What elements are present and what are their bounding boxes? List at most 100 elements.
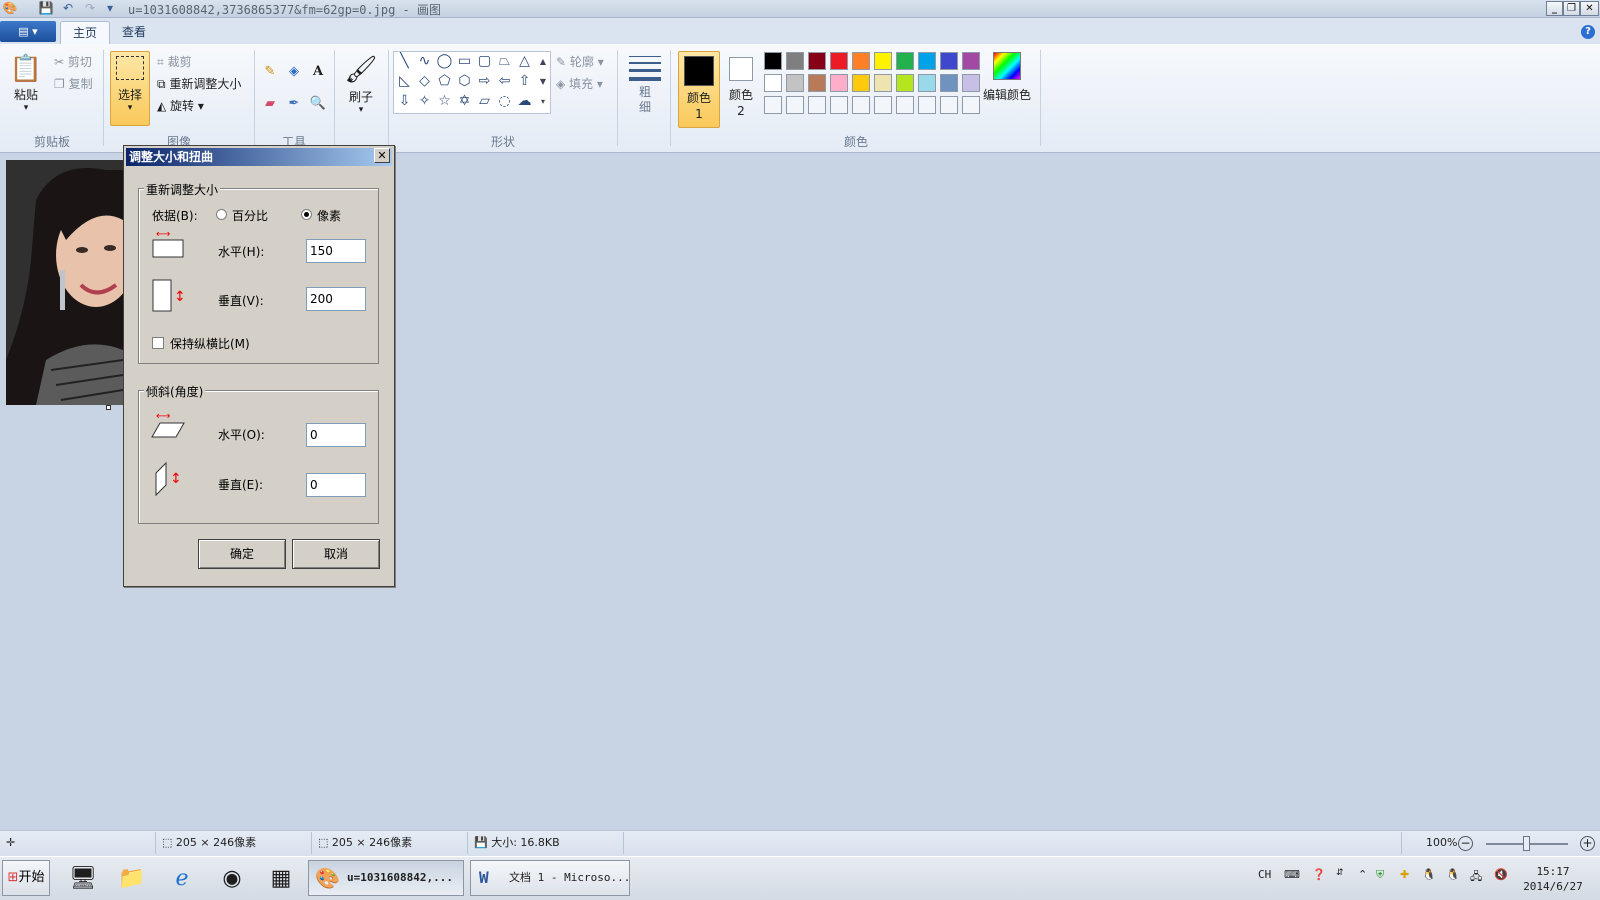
qq-penguin-icon-2[interactable]: 🐧 bbox=[1446, 868, 1460, 881]
eraser-icon[interactable]: ▰ bbox=[260, 94, 280, 114]
tray-expand-icon[interactable]: ⌃ bbox=[1358, 868, 1367, 881]
curve-shape-icon[interactable]: ∿ bbox=[415, 52, 434, 71]
plus-badge-icon[interactable]: ✚ bbox=[1400, 868, 1409, 881]
palette-swatch[interactable] bbox=[962, 74, 980, 92]
cloud-callout-shape-icon[interactable]: ☁ bbox=[515, 92, 534, 111]
palette-swatch[interactable] bbox=[874, 52, 892, 70]
cut-button[interactable]: ✂ 剪切 bbox=[54, 53, 92, 70]
paint-app-icon[interactable]: 🎨 bbox=[2, 1, 18, 16]
canvas-resize-handle[interactable] bbox=[106, 405, 111, 410]
palette-swatch[interactable] bbox=[852, 96, 870, 114]
palette-swatch[interactable] bbox=[896, 74, 914, 92]
fill-button[interactable]: ◈ 填充 ▾ bbox=[556, 75, 603, 92]
palette-swatch[interactable] bbox=[918, 74, 936, 92]
tab-home[interactable]: 主页 bbox=[60, 21, 111, 45]
taskbar-task-word[interactable]: W 文档 1 - Microso... bbox=[470, 860, 630, 896]
shapes-scroll[interactable]: ▲ ▼ ▾ bbox=[537, 52, 549, 112]
close-window-button[interactable]: ✕ bbox=[1580, 1, 1599, 16]
palette-swatch[interactable] bbox=[940, 74, 958, 92]
rect-callout-shape-icon[interactable]: ▱ bbox=[475, 92, 494, 111]
color-picker-icon[interactable]: ✒ bbox=[284, 94, 304, 114]
outline-button[interactable]: ✎ 轮廓 ▾ bbox=[556, 53, 604, 70]
palette-swatch[interactable] bbox=[874, 74, 892, 92]
rectangle-shape-icon[interactable]: ▭ bbox=[455, 52, 474, 71]
pixels-label[interactable]: 像素 bbox=[317, 207, 341, 224]
tray-arrows-icon[interactable]: ⇵ bbox=[1336, 868, 1344, 878]
palette-swatch[interactable] bbox=[940, 52, 958, 70]
oval-shape-icon[interactable]: ◯ bbox=[435, 52, 454, 71]
resize-horizontal-input[interactable]: 150 bbox=[306, 239, 366, 263]
four-point-star-shape-icon[interactable]: ✧ bbox=[415, 92, 434, 111]
palette-swatch[interactable] bbox=[896, 52, 914, 70]
color1-button[interactable]: 颜色 1 bbox=[678, 51, 720, 128]
polygon-shape-icon[interactable]: ⏢ bbox=[495, 52, 514, 71]
minimize-button[interactable]: _ bbox=[1546, 1, 1563, 16]
start-button[interactable]: ⊞开始 bbox=[2, 860, 50, 896]
skew-vertical-input[interactable]: 0 bbox=[306, 473, 366, 497]
copy-button[interactable]: ❐ 复制 bbox=[54, 75, 93, 92]
up-arrow-shape-icon[interactable]: ⇧ bbox=[515, 72, 534, 91]
color2-button[interactable]: 颜色 2 bbox=[722, 51, 760, 128]
help-icon[interactable]: ? bbox=[1581, 25, 1595, 39]
zoom-slider-thumb[interactable] bbox=[1523, 836, 1530, 851]
keep-aspect-checkbox[interactable] bbox=[152, 337, 164, 349]
palette-swatch[interactable] bbox=[786, 52, 804, 70]
fill-bucket-icon[interactable]: ◈ bbox=[284, 62, 304, 82]
crop-button[interactable]: ⌗ 裁剪 bbox=[157, 53, 192, 70]
keep-aspect-label[interactable]: 保持纵横比(M) bbox=[170, 335, 250, 352]
line-shape-icon[interactable]: ╲ bbox=[395, 52, 414, 71]
ok-button[interactable]: 确定 bbox=[198, 539, 286, 569]
magnifier-icon[interactable]: 🔍 bbox=[308, 94, 328, 114]
tab-view[interactable]: 查看 bbox=[110, 21, 158, 45]
oval-callout-shape-icon[interactable]: ◌ bbox=[495, 92, 514, 111]
rounded-rectangle-shape-icon[interactable]: ▢ bbox=[475, 52, 494, 71]
qq-penguin-icon[interactable]: 🐧 bbox=[1422, 868, 1436, 881]
tray-clock[interactable]: 15:17 2014/6/27 bbox=[1516, 864, 1590, 894]
pixels-radio[interactable] bbox=[301, 209, 312, 220]
cancel-button[interactable]: 取消 bbox=[292, 539, 380, 569]
palette-swatch[interactable] bbox=[764, 52, 782, 70]
right-arrow-shape-icon[interactable]: ⇨ bbox=[475, 72, 494, 91]
percent-radio[interactable] bbox=[216, 209, 227, 220]
rotate-button[interactable]: ◭ 旋转 ▾ bbox=[157, 97, 204, 114]
resize-button[interactable]: ⧉ 重新调整大小 bbox=[157, 75, 241, 92]
palette-swatch[interactable] bbox=[918, 52, 936, 70]
select-button[interactable]: 选择 ▾ bbox=[110, 51, 150, 126]
volume-muted-icon[interactable]: 🔇 bbox=[1494, 868, 1508, 881]
hexagon-shape-icon[interactable]: ⬡ bbox=[455, 72, 474, 91]
save-icon[interactable]: 💾 bbox=[38, 1, 54, 16]
palette-swatch[interactable] bbox=[962, 52, 980, 70]
text-tool-icon[interactable]: A bbox=[308, 62, 328, 82]
resize-vertical-input[interactable]: 200 bbox=[306, 287, 366, 311]
palette-swatch[interactable] bbox=[808, 52, 826, 70]
brushes-button[interactable]: 🖌 刷子 ▾ bbox=[342, 52, 380, 122]
palette-swatch[interactable] bbox=[918, 96, 936, 114]
percent-label[interactable]: 百分比 bbox=[232, 207, 268, 224]
folder-icon[interactable]: 📁 bbox=[115, 862, 149, 896]
diamond-shape-icon[interactable]: ◇ bbox=[415, 72, 434, 91]
palette-swatch[interactable] bbox=[764, 74, 782, 92]
pentagon-shape-icon[interactable]: ⬠ bbox=[435, 72, 454, 91]
taskbar-task-paint[interactable]: 🎨 u=1031608842,... bbox=[308, 860, 464, 896]
right-triangle-shape-icon[interactable]: ◺ bbox=[395, 72, 414, 91]
undo-icon[interactable]: ↶ bbox=[60, 1, 76, 16]
canvas-image[interactable] bbox=[6, 160, 123, 405]
palette-swatch[interactable] bbox=[764, 96, 782, 114]
palette-swatch[interactable] bbox=[962, 96, 980, 114]
palette-swatch[interactable] bbox=[940, 96, 958, 114]
palette-swatch[interactable] bbox=[830, 74, 848, 92]
palette-swatch[interactable] bbox=[874, 96, 892, 114]
skew-horizontal-input[interactable]: 0 bbox=[306, 423, 366, 447]
input-language[interactable]: CH bbox=[1258, 868, 1271, 881]
palette-swatch[interactable] bbox=[830, 96, 848, 114]
computer-icon[interactable]: 🖥 bbox=[66, 862, 100, 896]
shield-icon[interactable]: ⛨ bbox=[1376, 868, 1384, 882]
dialog-close-button[interactable]: ✕ bbox=[374, 148, 390, 163]
keyboard-icon[interactable]: ⌨ bbox=[1284, 868, 1300, 881]
help-tray-icon[interactable]: ❓ bbox=[1312, 868, 1326, 881]
network-icon[interactable]: 🖧 bbox=[1470, 868, 1482, 887]
palette-swatch[interactable] bbox=[808, 96, 826, 114]
palette-swatch[interactable] bbox=[852, 52, 870, 70]
quick-access-dropdown-icon[interactable]: ▾ bbox=[102, 1, 118, 16]
palette-swatch[interactable] bbox=[786, 74, 804, 92]
